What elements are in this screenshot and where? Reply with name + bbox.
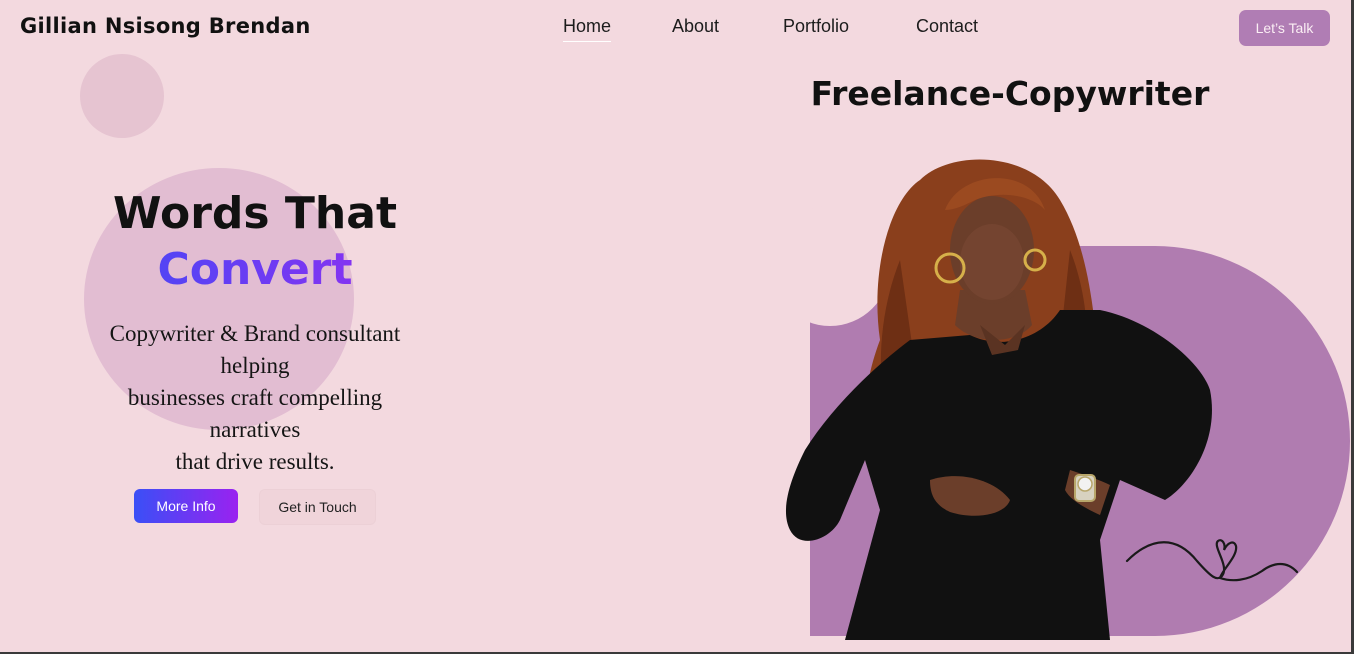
hero-title-line1: Words That <box>113 188 397 239</box>
squiggle-heart-decoration <box>1125 539 1299 582</box>
role-title: Freelance-Copywriter <box>810 74 1210 113</box>
hero-subtitle-line: that drive results. <box>175 449 335 474</box>
hero-subtitle-line: narratives <box>209 417 301 442</box>
main-nav: Home About Portfolio Contact <box>0 16 1351 46</box>
hero-subtitle-line: helping <box>220 353 290 378</box>
nav-about-link[interactable]: About <box>672 16 719 41</box>
get-in-touch-button[interactable]: Get in Touch <box>259 489 376 525</box>
nav-portfolio-link[interactable]: Portfolio <box>783 16 849 41</box>
hero-title-accent: Convert <box>60 242 450 298</box>
more-info-button[interactable]: More Info <box>134 489 238 523</box>
hero-subtitle: Copywriter & Brand consultant helping bu… <box>70 318 440 478</box>
hero-subtitle-line: businesses craft compelling <box>127 385 383 410</box>
decor-circle-small <box>80 54 164 138</box>
nav-home-link[interactable]: Home <box>563 16 612 42</box>
nav-contact-link[interactable]: Contact <box>916 16 978 41</box>
hero-subtitle-line: Copywriter & Brand consultant <box>109 321 401 346</box>
hero-title: Words That Convert <box>60 186 450 298</box>
landing-page: Gillian Nsisong Brendan Home About Portf… <box>0 0 1351 652</box>
lets-talk-button[interactable]: Let’s Talk <box>1239 10 1330 46</box>
